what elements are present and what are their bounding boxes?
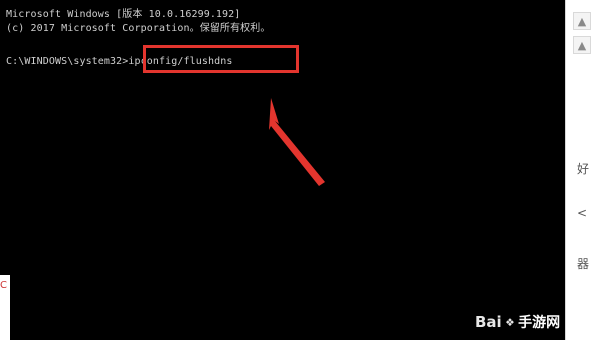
background-text-fragment: 好: [577, 162, 590, 176]
baidu-logo: Bai: [475, 313, 502, 331]
command-highlight-box: [143, 45, 299, 73]
scroll-up-icon-secondary[interactable]: ▲: [573, 36, 591, 54]
windows-version-line: Microsoft Windows [版本 10.0.16299.192]: [6, 9, 241, 20]
command-prompt-window[interactable]: Microsoft Windows [版本 10.0.16299.192] (c…: [0, 0, 566, 340]
watermark-site-text: 手游网: [518, 315, 561, 331]
paw-icon: ❖: [505, 314, 515, 330]
background-text-fragment: 器: [577, 257, 590, 271]
prompt-path: C:\WINDOWS\system32>: [6, 56, 129, 67]
watermark: Bai ❖ 手游网: [475, 308, 600, 336]
background-text-fragment: <: [577, 206, 588, 220]
background-app-text: C: [0, 280, 7, 291]
scroll-up-icon[interactable]: ▲: [573, 12, 591, 30]
red-annotation-arrow: [269, 98, 325, 186]
copyright-line: (c) 2017 Microsoft Corporation。保留所有权利。: [6, 23, 271, 34]
